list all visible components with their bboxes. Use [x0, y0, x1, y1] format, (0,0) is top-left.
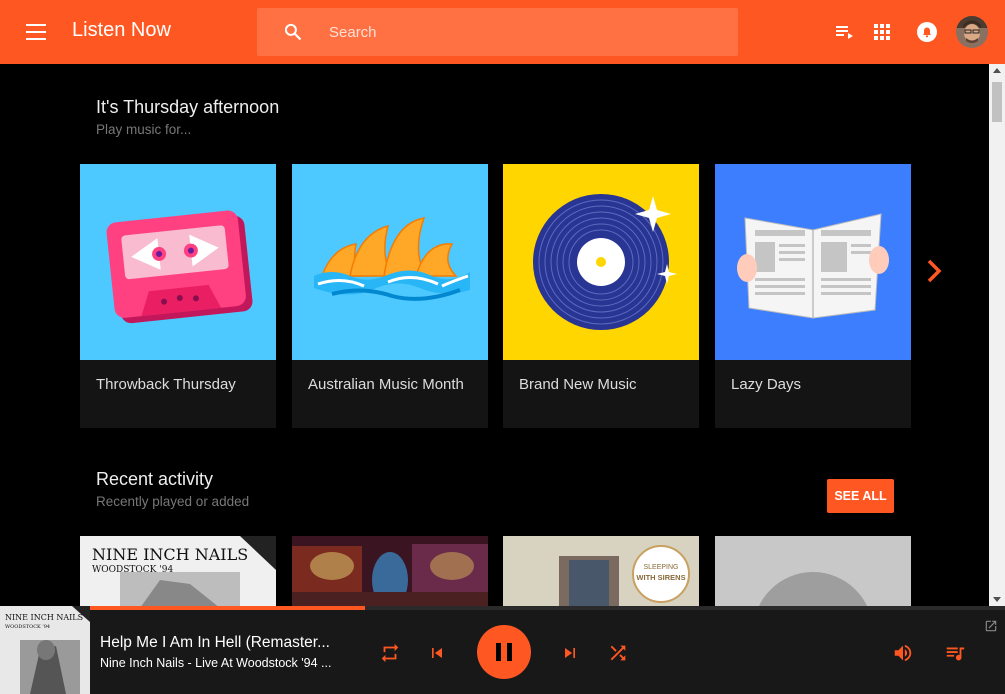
newspaper-art: [715, 164, 911, 360]
expand-icon[interactable]: [984, 619, 998, 633]
playlist-card-australian-music-month[interactable]: Australian Music Month: [292, 164, 488, 428]
search-box[interactable]: [257, 8, 738, 56]
bell-icon[interactable]: [915, 20, 939, 44]
see-all-button[interactable]: SEE ALL: [827, 479, 894, 513]
repeat-icon[interactable]: [379, 642, 401, 664]
search-input[interactable]: [329, 20, 709, 44]
album-text: SLEEPING: [643, 564, 678, 571]
scroll-up-arrow[interactable]: [993, 68, 1001, 73]
recent-item[interactable]: NINE INCH NAILS WOODSTOCK '94: [80, 536, 276, 608]
album-art: SLEEPING WITH SIRENS: [503, 536, 699, 608]
section-title: Recent activity: [96, 469, 214, 489]
opera-house-art: [292, 164, 488, 360]
album-text: WOODSTOCK '94: [92, 565, 173, 575]
pause-button[interactable]: [477, 625, 531, 679]
next-track-icon[interactable]: [560, 643, 580, 663]
page-title: Listen Now: [72, 19, 171, 41]
album-text: NINE INCH NAILS: [92, 545, 248, 564]
volume-icon[interactable]: [892, 642, 914, 664]
pause-icon: [496, 643, 501, 661]
album-text: WOODSTOCK '94: [5, 624, 50, 630]
album-art: [292, 536, 488, 608]
top-app-bar: Listen Now: [0, 0, 1005, 64]
progress-fill: [90, 606, 365, 610]
player-bar: NINE INCH NAILS WOODSTOCK '94 Help Me I …: [0, 606, 1005, 694]
apps-grid-icon[interactable]: [870, 20, 894, 44]
shuffle-icon[interactable]: [607, 642, 629, 664]
menu-icon[interactable]: [22, 20, 50, 44]
avatar[interactable]: [956, 16, 988, 48]
vertical-scrollbar[interactable]: [989, 64, 1005, 606]
card-label: Brand New Music: [519, 376, 637, 393]
track-subtitle: Nine Inch Nails - Live At Woodstock '94 …: [100, 656, 332, 670]
vinyl-record-art: [503, 164, 699, 360]
chevron-right-icon[interactable]: [924, 258, 946, 284]
album-text: NINE INCH NAILS: [5, 613, 83, 622]
scroll-down-arrow[interactable]: [993, 597, 1001, 602]
recent-item[interactable]: [292, 536, 488, 608]
card-label: Throwback Thursday: [96, 376, 236, 393]
card-label: Australian Music Month: [308, 376, 464, 393]
search-icon[interactable]: [283, 22, 303, 42]
now-playing-art[interactable]: NINE INCH NAILS WOODSTOCK '94: [0, 606, 90, 694]
album-art: NINE INCH NAILS WOODSTOCK '94: [80, 536, 276, 608]
cassette-art: [80, 164, 276, 360]
playlist-card-lazy-days[interactable]: Lazy Days: [715, 164, 911, 428]
album-text: WITH SIRENS: [636, 573, 685, 582]
album-art: [715, 536, 911, 608]
recent-item[interactable]: SLEEPING WITH SIRENS: [503, 536, 699, 608]
pause-icon: [507, 643, 512, 661]
scroll-thumb[interactable]: [992, 82, 1002, 122]
playlist-card-throwback-thursday[interactable]: Throwback Thursday: [80, 164, 276, 428]
queue-icon[interactable]: [833, 20, 857, 44]
previous-track-icon[interactable]: [427, 643, 447, 663]
section-subtitle: Play music for...: [96, 122, 192, 137]
section-title: It's Thursday afternoon: [96, 97, 280, 117]
progress-bar[interactable]: [90, 606, 1005, 610]
queue-music-icon[interactable]: [944, 642, 966, 664]
track-title: Help Me I Am In Hell (Remaster...: [100, 634, 330, 651]
card-label: Lazy Days: [731, 376, 802, 393]
playlist-card-brand-new-music[interactable]: Brand New Music: [503, 164, 699, 428]
app-root: Listen Now Search It's Thursday afternoo…: [0, 0, 1005, 694]
recent-item[interactable]: [715, 536, 911, 608]
section-subtitle: Recently played or added: [96, 494, 250, 509]
